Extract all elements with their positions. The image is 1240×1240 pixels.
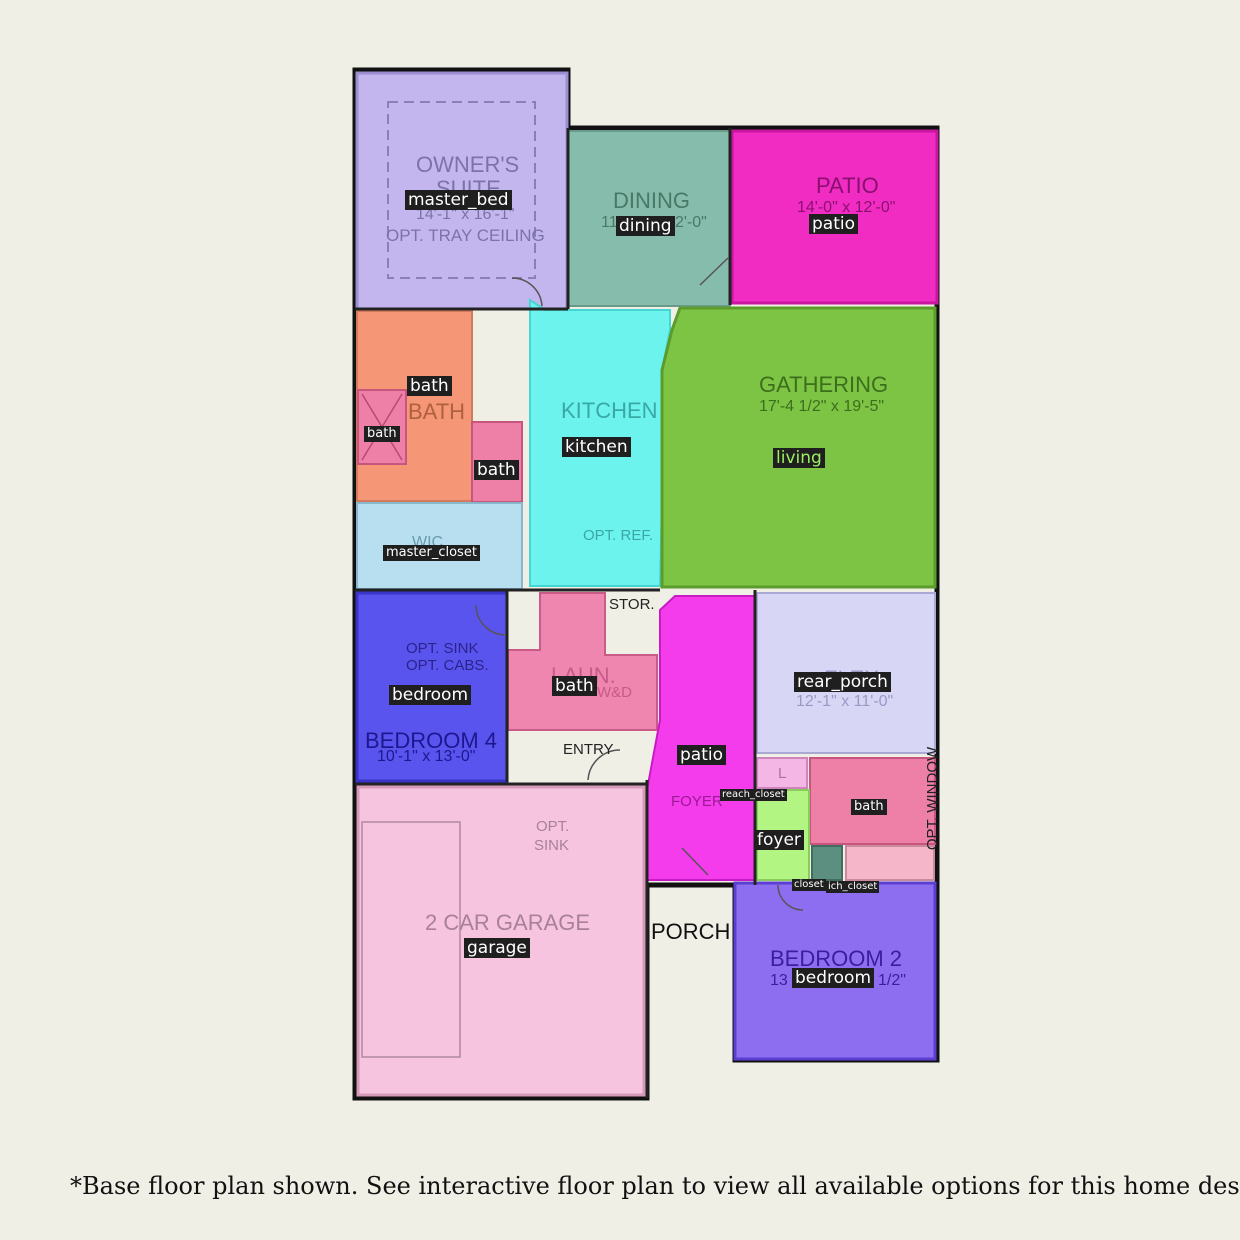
porch-title: PORCH (651, 919, 731, 944)
tag-garage: garage (464, 938, 530, 958)
tag-patio-top: patio (809, 214, 858, 234)
wd-title: W&D (597, 684, 632, 701)
floor-plan (352, 67, 940, 1101)
tag-master-closet: master_closet (383, 545, 480, 561)
tag-bath-wc: bath (474, 460, 519, 480)
flex-dim: 12'-1" x 11'-0" (796, 693, 894, 710)
bedroom-2-dim-b: 1/2" (878, 972, 906, 989)
bath-title: BATH (408, 399, 466, 424)
tag-rear-porch: rear_porch (794, 672, 891, 692)
tag-bedroom-2: bedroom (792, 968, 875, 988)
bedroom-2-dim-a: 13 (770, 972, 788, 989)
opt-sink: OPT. SINK (406, 640, 479, 657)
entry-title: ENTRY (563, 741, 614, 758)
tag-dining: dining (616, 216, 675, 236)
room-reach-closet-2[interactable] (845, 845, 935, 881)
tag-reach-closet-1: reach_closet (720, 789, 787, 801)
footnote: *Base floor plan shown. See interactive … (70, 1172, 1240, 1200)
tag-bath-main: bath (407, 376, 452, 396)
opt-cabs: OPT. CABS. (406, 657, 489, 674)
tag-patio-foyer: patio (677, 745, 726, 765)
kitchen-title: KITCHEN (561, 398, 658, 423)
opt-ref: OPT. REF. (583, 527, 654, 544)
bedroom-4-dim: 10'-1" x 13'-0" (377, 748, 476, 765)
stor-title: STOR. (609, 596, 655, 613)
garage-title: 2 CAR GARAGE (425, 910, 591, 935)
dining-title: DINING (613, 188, 690, 213)
foyer-title: FOYER (671, 793, 723, 810)
tag-closet: closet (792, 879, 826, 891)
gathering-dim: 17'-4 1/2" x 19'-5" (759, 398, 885, 415)
tag-master-bed: master_bed (405, 190, 512, 210)
garage-opt-sink-1: OPT. (536, 818, 570, 835)
room-foyer-patio[interactable] (646, 595, 756, 881)
gathering-title: GATHERING (759, 372, 889, 397)
tag-bath-2: bath (851, 799, 887, 815)
tag-kitchen: kitchen (562, 437, 631, 457)
garage-opt-sink-2: SINK (534, 837, 570, 854)
room-closet[interactable] (811, 845, 843, 881)
tag-reach-closet-2: ich_closet (826, 881, 880, 893)
owners-tray-ceiling: OPT. TRAY CEILING (386, 226, 545, 245)
tag-bath-shower: bath (364, 426, 400, 442)
opt-window: OPT. WINDOW (924, 746, 942, 851)
owners-suite-title: OWNER'S (416, 152, 520, 177)
tag-bath-laundry: bath (552, 676, 597, 696)
dining-dim-b: 2'-0" (675, 214, 707, 231)
tag-bedroom-4: bedroom (389, 685, 472, 705)
wic-l: L (778, 765, 787, 782)
tag-living: living (773, 448, 825, 468)
patio-title: PATIO (816, 173, 879, 198)
room-laundry[interactable] (507, 592, 658, 731)
tag-foyer: foyer (754, 830, 804, 850)
